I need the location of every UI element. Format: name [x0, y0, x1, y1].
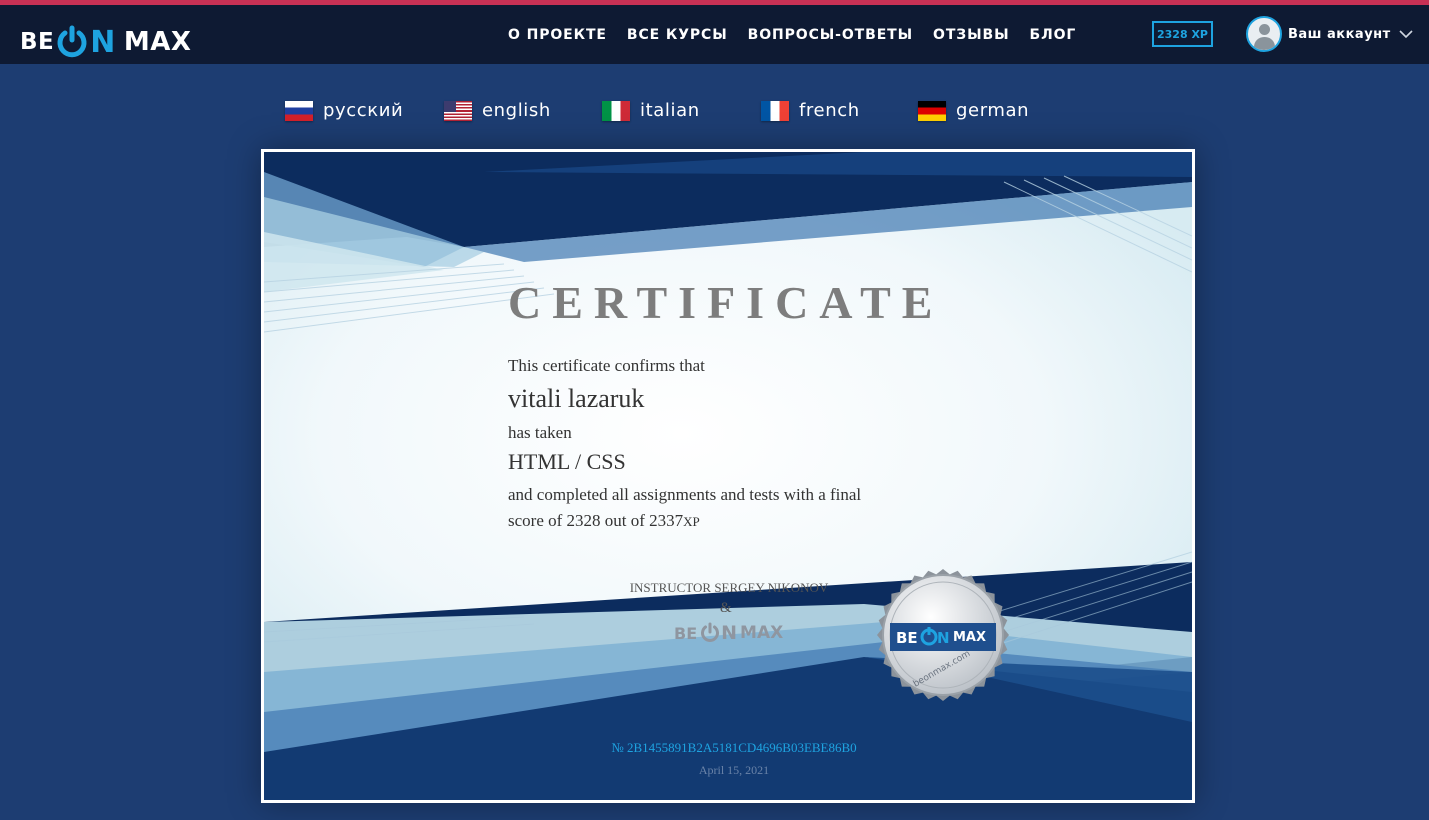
certificate-background	[264, 152, 1192, 800]
nav-blog[interactable]: БЛОГ	[1030, 27, 1077, 43]
completion-text: and completed all assignments and tests …	[508, 482, 928, 535]
power-icon	[701, 622, 720, 642]
nav-reviews[interactable]: ОТЗЫВЫ	[933, 27, 1009, 43]
certificate-serial: № 2B1455891B2A5181CD4696B03EBE86B0	[611, 740, 857, 755]
course-name: HTML / CSS	[508, 449, 626, 474]
mini-logo-n: N	[721, 622, 738, 644]
avatar	[1246, 16, 1282, 52]
svg-text:N: N	[937, 629, 950, 647]
certificate-title: CERTIFICATE	[508, 277, 944, 328]
recipient-name: vitali lazaruk	[508, 384, 645, 413]
usa-flag-icon	[444, 100, 472, 121]
lang-label: german	[956, 100, 1030, 121]
certificate: CERTIFICATE This certificate confirms th…	[261, 149, 1195, 803]
site-logo[interactable]: BE N MAX	[20, 22, 191, 62]
xp-badge[interactable]: 2328 XP	[1152, 21, 1213, 47]
completion-line-1: and completed all assignments and tests …	[508, 485, 862, 504]
mini-logo-max: MAX	[740, 623, 784, 643]
lang-label: french	[799, 100, 860, 121]
germany-flag-icon	[918, 100, 946, 121]
logo-power-icon: N	[55, 25, 116, 60]
has-taken-text: has taken	[508, 423, 572, 442]
avatar-body	[1254, 37, 1275, 50]
russia-flag-icon	[285, 100, 313, 121]
seal-max-text: MAX	[953, 630, 986, 645]
lang-russian[interactable]: русский	[285, 100, 403, 121]
logo-max-text: MAX	[123, 27, 192, 57]
confirms-text: This certificate confirms that	[508, 356, 705, 375]
lang-italian[interactable]: italian	[602, 100, 700, 121]
nav-about[interactable]: О ПРОЕКТЕ	[508, 27, 607, 43]
certificate-date: April 15, 2021	[698, 763, 770, 777]
lang-german[interactable]: german	[918, 100, 1029, 121]
seal-badge: BE N MAX beonmax.com	[877, 569, 1009, 701]
seal-be-text: BE	[896, 629, 918, 647]
xp-unit: XP	[683, 514, 700, 529]
lang-english[interactable]: english	[444, 100, 551, 121]
lang-label: english	[482, 100, 551, 121]
instructor-name: INSTRUCTOR SERGEY NIKONOV	[629, 580, 829, 595]
nav-all-courses[interactable]: ВСЕ КУРСЫ	[627, 27, 728, 43]
logo-be-text: BE	[20, 29, 55, 55]
lang-french[interactable]: french	[761, 100, 860, 121]
italy-flag-icon	[602, 100, 630, 121]
avatar-head	[1259, 24, 1270, 35]
mini-logo-be: BE	[674, 623, 698, 643]
france-flag-icon	[761, 100, 789, 121]
main-nav: О ПРОЕКТЕ ВСЕ КУРСЫ ВОПРОСЫ-ОТВЕТЫ ОТЗЫВ…	[508, 5, 1096, 64]
lang-label: italian	[640, 100, 700, 121]
logo-n-text: N	[90, 24, 116, 60]
nav-faq[interactable]: ВОПРОСЫ-ОТВЕТЫ	[748, 27, 913, 43]
completion-line-2: score of 2328 out of 2337	[508, 511, 684, 530]
certificate-logo: BE N MAX	[674, 619, 783, 647]
account-menu[interactable]: Ваш аккаунт	[1246, 14, 1413, 54]
ampersand: &	[720, 600, 732, 616]
lang-label: русский	[323, 100, 404, 121]
account-label: Ваш аккаунт	[1288, 26, 1391, 42]
chevron-down-icon	[1399, 29, 1413, 38]
